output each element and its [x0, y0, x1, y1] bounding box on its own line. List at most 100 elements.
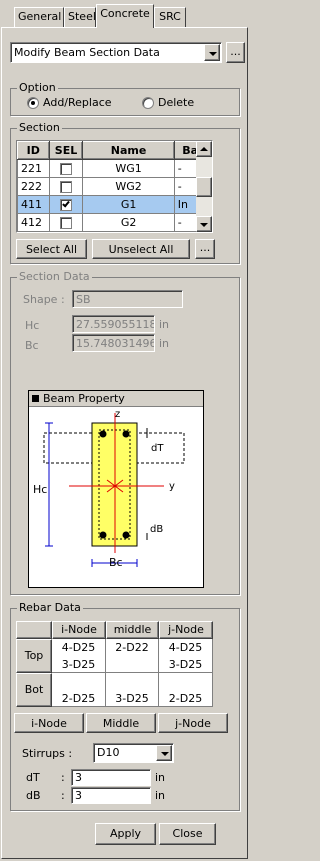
command-more-button[interactable]: ...: [226, 42, 245, 63]
section-more-button[interactable]: ...: [195, 239, 215, 259]
bc-dim-label: Bc: [109, 556, 123, 569]
beam-property-title: Beam Property: [43, 392, 125, 405]
rebar-cell[interactable]: 2-D25: [52, 690, 106, 707]
db-input[interactable]: 3: [71, 787, 151, 804]
rebar-cells[interactable]: 4-D25 2-D22 4-D25 3-D25 3-D25 2-D25 3-D25 2-D25: [52, 639, 213, 707]
sel-checkbox[interactable]: [59, 163, 72, 175]
bc-unit: in: [159, 337, 170, 350]
delete-label[interactable]: Delete: [158, 96, 194, 109]
section-scrollbar[interactable]: [196, 141, 212, 232]
row-id: 221: [17, 159, 50, 178]
rebar-header-middle: middle: [106, 621, 159, 639]
rebar-header-inode: i-Node: [52, 621, 106, 639]
row-name: WG2: [82, 177, 175, 196]
rebar-title: Rebar Data: [17, 601, 83, 614]
tab-src[interactable]: SRC: [154, 7, 186, 27]
apply-button[interactable]: Apply: [95, 823, 156, 845]
shape-field: SB: [72, 290, 183, 308]
row-name: G2: [82, 213, 175, 232]
row-id: 411: [17, 195, 50, 214]
command-value: Modify Beam Section Data: [14, 46, 160, 59]
close-button[interactable]: Close: [159, 823, 216, 845]
db-colon: :: [61, 789, 65, 802]
delete-radio[interactable]: [142, 97, 154, 109]
scroll-down-button[interactable]: [196, 216, 212, 232]
square-icon: [32, 395, 39, 402]
rebar-corner: [16, 621, 52, 639]
section-group: Section ID SEL Name Bar 221 WG1-222 WG2-41…: [10, 121, 240, 264]
chevron-down-icon[interactable]: [204, 44, 220, 61]
tab-general[interactable]: General: [14, 7, 64, 27]
rebar-bot-label: Bot: [16, 673, 52, 707]
db-dim-label: dB: [150, 524, 164, 535]
rebar-cell[interactable]: 3-D25: [159, 656, 213, 673]
rebar-cell[interactable]: 2-D25: [159, 690, 213, 707]
rebar-cell[interactable]: 2-D22: [106, 639, 159, 656]
hc-field: 27.5590551181: [72, 315, 155, 333]
section-title: Section: [17, 121, 62, 134]
rebar-cell[interactable]: [106, 673, 159, 690]
rebar-top-label: Top: [16, 639, 52, 673]
chevron-down-icon: [200, 223, 208, 227]
beam-property-panel: Beam Property z y dT dB Hc Bc: [28, 390, 204, 588]
rebar-cell[interactable]: [106, 656, 159, 673]
dt-colon: :: [61, 771, 65, 784]
dt-dim-label: dT: [151, 443, 164, 454]
option-group: Option Add/Replace Delete: [10, 81, 240, 116]
row-sel: [48, 159, 84, 178]
bc-label: Bc: [25, 339, 39, 352]
rebar-cell[interactable]: 3-D25: [52, 656, 106, 673]
table-row[interactable]: 222 WG2-: [17, 177, 212, 196]
rebar-cell[interactable]: [52, 673, 106, 690]
jnode-button[interactable]: j-Node: [158, 713, 228, 733]
col-header-sel[interactable]: SEL: [48, 141, 84, 160]
rebar-header-jnode: j-Node: [159, 621, 213, 639]
add-replace-label[interactable]: Add/Replace: [43, 96, 112, 109]
row-sel: [48, 195, 84, 214]
rebar-cell[interactable]: 4-D25: [52, 639, 106, 656]
sel-checkbox[interactable]: [59, 217, 72, 229]
rebar-cell[interactable]: 3-D25: [106, 690, 159, 707]
stirrups-dropdown[interactable]: D10: [93, 743, 174, 763]
scroll-up-button[interactable]: [196, 141, 212, 157]
chevron-up-icon: [200, 147, 208, 151]
inode-button[interactable]: i-Node: [14, 713, 84, 733]
dt-label: dT: [26, 771, 40, 784]
tab-concrete[interactable]: Concrete: [96, 4, 154, 28]
checkmark-icon: [62, 199, 70, 208]
stirrups-value: D10: [97, 746, 120, 759]
col-header-id[interactable]: ID: [17, 141, 50, 160]
section-table: ID SEL Name Bar 221 WG1-222 WG2-411 G1 In 412…: [17, 141, 212, 232]
sel-checkbox[interactable]: [59, 181, 72, 193]
db-unit: in: [155, 789, 166, 802]
beam-property-header: Beam Property: [29, 391, 203, 407]
section-list[interactable]: ID SEL Name Bar 221 WG1-222 WG2-411 G1 In 412…: [16, 140, 213, 233]
table-row[interactable]: 221 WG1-: [17, 159, 212, 178]
col-header-name[interactable]: Name: [82, 141, 175, 160]
stirrups-label: Stirrups :: [22, 747, 73, 760]
dt-unit: in: [155, 771, 166, 784]
chevron-down-icon[interactable]: [156, 745, 172, 761]
row-sel: [48, 177, 84, 196]
dt-input[interactable]: 3: [71, 769, 151, 786]
rebar-cell[interactable]: [159, 673, 213, 690]
middle-button[interactable]: Middle: [86, 713, 156, 733]
tab-steel[interactable]: Steel: [64, 7, 96, 27]
db-label: dB: [26, 789, 41, 802]
hc-label: Hc: [25, 319, 40, 332]
unselect-all-button[interactable]: Unselect All: [92, 239, 190, 259]
bc-field: 15.7480314960: [72, 334, 155, 352]
row-id: 412: [17, 213, 50, 232]
rebar-cell[interactable]: 4-D25: [159, 639, 213, 656]
add-replace-radio[interactable]: [27, 97, 39, 109]
sel-checkbox[interactable]: [59, 199, 72, 211]
row-id: 222: [17, 177, 50, 196]
section-data-title: Section Data: [17, 270, 92, 283]
table-row[interactable]: 411 G1 In: [17, 195, 212, 214]
table-row[interactable]: 412 G2-: [17, 213, 212, 232]
hc-dim-label: Hc: [33, 483, 48, 496]
section-data-group: Section Data Shape : SB Hc 27.5590551181…: [10, 270, 240, 595]
command-dropdown[interactable]: Modify Beam Section Data: [10, 42, 222, 63]
scroll-thumb[interactable]: [196, 177, 212, 197]
select-all-button[interactable]: Select All: [16, 239, 87, 259]
